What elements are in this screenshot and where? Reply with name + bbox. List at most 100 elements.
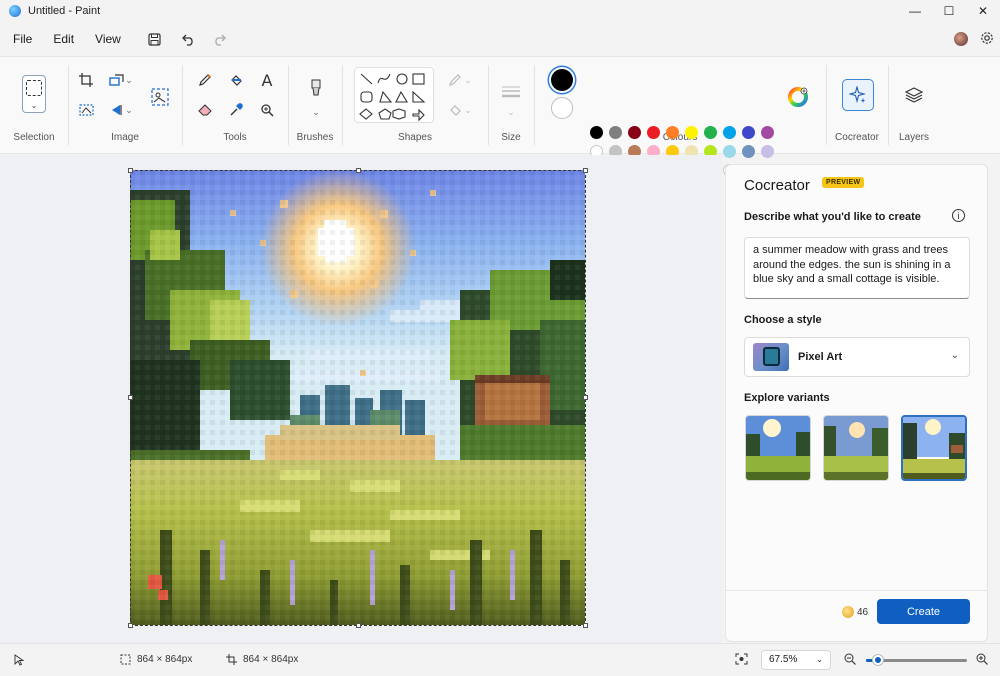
brushes-group: ⌄ Brushes — [288, 57, 342, 155]
image-group-label: Image — [111, 132, 139, 143]
canvas-workspace[interactable] — [0, 155, 722, 643]
chevron-down-icon[interactable]: ⌄ — [306, 101, 326, 123]
select-all-icon[interactable] — [75, 99, 97, 121]
info-icon[interactable]: i — [952, 209, 965, 222]
redo-icon[interactable] — [207, 27, 231, 51]
eraser-icon[interactable] — [194, 99, 216, 121]
preview-badge: PREVIEW — [822, 177, 865, 188]
save-icon[interactable] — [143, 27, 167, 51]
palette-color-swatch[interactable] — [666, 126, 679, 139]
credits-count: 46 — [857, 607, 869, 618]
resize-handle-top-right[interactable] — [583, 168, 588, 173]
palette-color-swatch[interactable] — [761, 126, 774, 139]
settings-gear-icon[interactable] — [980, 31, 994, 48]
menu-view[interactable]: View — [87, 32, 129, 46]
layers-group-label: Layers — [898, 132, 929, 143]
crop-icon[interactable] — [75, 69, 97, 91]
minimize-button[interactable]: — — [898, 0, 932, 22]
chevron-down-icon[interactable]: ⌄ — [462, 99, 474, 121]
tools-group: A Tools — [182, 57, 288, 155]
resize-handle-top[interactable] — [356, 168, 361, 173]
close-button[interactable]: ✕ — [966, 0, 1000, 22]
arrow-shape-icon — [412, 108, 425, 122]
cocreator-group-label: Cocreator — [835, 132, 879, 143]
layers-icon[interactable] — [903, 84, 925, 106]
chevron-down-icon: ⌄ — [950, 350, 959, 361]
palette-color-swatch[interactable] — [590, 126, 603, 139]
variant-thumbnail-3-selected[interactable] — [901, 415, 967, 481]
resize-handle-left[interactable] — [128, 395, 133, 400]
variant-thumbnail-1[interactable] — [745, 415, 811, 481]
hexagon-shape-icon — [392, 108, 406, 120]
palette-color-swatch[interactable] — [628, 126, 641, 139]
fill-bucket-icon[interactable] — [225, 69, 247, 91]
primary-color-swatch[interactable] — [551, 69, 573, 91]
chevron-down-icon[interactable]: ⌄ — [462, 69, 474, 91]
chevron-down-icon: ⌄ — [816, 655, 823, 664]
palette-color-swatch[interactable] — [723, 145, 736, 158]
pixel-art-style-thumbnail — [753, 343, 789, 371]
palette-color-swatch[interactable] — [723, 126, 736, 139]
cocreator-button[interactable] — [842, 79, 874, 111]
palette-color-swatch[interactable] — [647, 126, 660, 139]
zoom-slider[interactable] — [866, 655, 967, 665]
brush-icon[interactable] — [304, 75, 328, 103]
image-select-icon[interactable] — [148, 85, 172, 109]
stroke-size-icon[interactable] — [499, 81, 523, 103]
style-dropdown[interactable]: Pixel Art ⌄ — [744, 337, 970, 377]
selection-group: ⌄ Selection — [0, 57, 68, 155]
layers-group: Layers — [888, 57, 940, 155]
resize-handle-bottom-left[interactable] — [128, 623, 133, 628]
style-dropdown-value: Pixel Art — [798, 351, 843, 363]
cocreator-panel: Cocreator PREVIEW Describe what you'd li… — [725, 164, 988, 642]
canvas-size-text: 864 × 864px — [243, 654, 299, 665]
palette-color-swatch[interactable] — [609, 126, 622, 139]
colours-group-label: Colours — [662, 132, 698, 143]
palette-color-swatch[interactable] — [761, 145, 774, 158]
pencil-icon[interactable] — [194, 69, 216, 91]
canvas-image-meadow[interactable] — [130, 170, 585, 625]
resize-handle-bottom[interactable] — [356, 623, 361, 628]
menu-file[interactable]: File — [5, 32, 40, 46]
maximize-button[interactable]: ☐ — [932, 0, 966, 22]
diamond-shape-icon — [359, 108, 373, 120]
user-avatar[interactable] — [954, 32, 968, 46]
zoom-out-icon[interactable] — [844, 653, 856, 665]
image-group: ⌄ ⌄ Image — [68, 57, 182, 155]
pointer-position-icon — [14, 654, 24, 666]
resize-handle-right[interactable] — [583, 395, 588, 400]
chevron-down-icon[interactable]: ⌄ — [122, 69, 136, 91]
chevron-down-icon[interactable]: ⌄ — [122, 99, 136, 121]
explore-variants-label: Explore variants — [744, 392, 830, 404]
sparkle-icon — [849, 86, 867, 104]
color-picker-icon[interactable] — [225, 99, 247, 121]
zoom-dropdown[interactable]: 67.5% ⌄ — [761, 650, 831, 670]
menu-edit[interactable]: Edit — [45, 32, 82, 46]
fit-to-window-icon[interactable] — [735, 653, 748, 665]
resize-handle-top-left[interactable] — [128, 168, 133, 173]
describe-label: Describe what you'd like to create — [744, 211, 921, 223]
secondary-color-swatch[interactable] — [551, 97, 573, 119]
palette-color-swatch[interactable] — [685, 126, 698, 139]
palette-color-swatch[interactable] — [704, 126, 717, 139]
tools-group-label: Tools — [223, 132, 247, 143]
text-tool-icon[interactable]: A — [256, 69, 278, 91]
panel-divider — [726, 590, 987, 591]
zoom-slider-thumb[interactable] — [873, 655, 884, 665]
resize-handle-bottom-right[interactable] — [583, 623, 588, 628]
selection-button[interactable]: ⌄ — [22, 75, 46, 113]
cocreator-title: Cocreator — [744, 177, 810, 194]
magnifier-icon[interactable] — [256, 99, 278, 121]
chevron-down-icon[interactable]: ⌄ — [501, 101, 521, 123]
prompt-textarea[interactable]: a summer meadow with grass and trees aro… — [744, 237, 970, 299]
canvas-size-indicator: 864 × 864px — [226, 654, 298, 665]
variant-thumbnail-2[interactable] — [823, 415, 889, 481]
palette-color-swatch[interactable] — [742, 126, 755, 139]
selection-size-indicator: 864 × 864px — [120, 654, 192, 665]
create-button[interactable]: Create — [877, 599, 970, 624]
palette-color-swatch[interactable] — [742, 145, 755, 158]
undo-icon[interactable] — [177, 27, 201, 51]
edit-colours-wheel-icon[interactable] — [786, 85, 810, 109]
shapes-group-label: Shapes — [398, 132, 432, 143]
zoom-in-icon[interactable] — [976, 653, 988, 665]
